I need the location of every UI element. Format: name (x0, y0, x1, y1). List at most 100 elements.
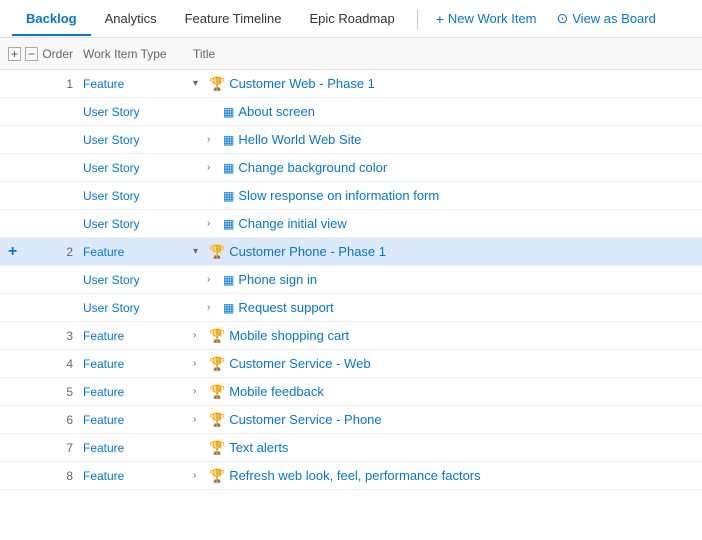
row-work-item-type: Feature (83, 77, 193, 91)
row-title-cell: ›▦Phone sign in (193, 272, 694, 287)
row-work-item-type: Feature (83, 357, 193, 371)
trophy-icon: 🏆 (209, 328, 225, 344)
work-item-title-link[interactable]: Customer Web - Phase 1 (229, 76, 375, 91)
expand-chevron-icon[interactable]: › (193, 358, 205, 369)
row-work-item-type: Feature (83, 441, 193, 455)
work-item-title-link[interactable]: Hello World Web Site (238, 132, 361, 147)
order-column-header: Order (38, 47, 83, 61)
row-order: 1 (38, 77, 83, 91)
table-body: 1Feature▾🏆Customer Web - Phase 1User Sto… (0, 70, 702, 490)
new-work-item-button[interactable]: + New Work Item (426, 7, 547, 31)
trophy-icon: 🏆 (209, 412, 225, 428)
work-item-title-link[interactable]: Customer Service - Web (229, 356, 370, 371)
row-order: 3 (38, 329, 83, 343)
expand-chevron-icon[interactable]: › (193, 414, 205, 425)
plus-icon: + (436, 11, 444, 27)
work-item-title-link[interactable]: Phone sign in (238, 272, 317, 287)
table-row: 5Feature›🏆Mobile feedback (0, 378, 702, 406)
work-item-title-link[interactable]: About screen (238, 104, 315, 119)
table-row: 1Feature▾ 🏆 Customer Web - Phase 1 (0, 70, 702, 98)
expand-chevron-icon[interactable]: › (207, 274, 219, 285)
row-title-cell: › 🏆 Refresh web look, feel, performance fa… (193, 468, 694, 484)
row-work-item-type: User Story (83, 133, 193, 147)
expand-chevron-icon[interactable]: › (193, 470, 205, 481)
table-row: 4Feature›🏆Customer Service - Web (0, 350, 702, 378)
row-title-cell: ›🏆Customer Service - Web (193, 356, 694, 372)
work-item-title-link[interactable]: Mobile shopping cart (229, 328, 349, 343)
story-icon: ▦ (223, 133, 234, 147)
expand-chevron-icon[interactable]: › (207, 218, 219, 229)
row-work-item-type: User Story (83, 189, 193, 203)
table-row: 8Feature›🏆Refresh web look, feel, perfor… (0, 462, 702, 490)
expand-chevron-icon[interactable]: › (193, 386, 205, 397)
new-work-item-label: New Work Item (448, 11, 537, 26)
expand-chevron-icon[interactable]: › (193, 330, 205, 341)
row-title-cell: › ▦ Hello World Web Site (193, 132, 694, 147)
story-icon: ▦ (223, 105, 234, 119)
row-work-item-type: Feature (83, 329, 193, 343)
work-item-title-link[interactable]: Customer Service - Phone (229, 412, 381, 427)
table-row: User Story › ▦ Request support (0, 294, 702, 322)
table-row: User Story › ▦ Hello World Web Site (0, 126, 702, 154)
work-item-title-link[interactable]: Request support (238, 300, 333, 315)
table-row: +2Feature▾🏆Customer Phone - Phase 1 (0, 238, 702, 266)
work-item-title-link[interactable]: Text alerts (229, 440, 288, 455)
row-title-cell: ›▦Change background color (193, 160, 694, 175)
work-item-title-link[interactable]: Refresh web look, feel, performance fact… (229, 468, 480, 483)
row-order: 4 (38, 357, 83, 371)
work-item-title-link[interactable]: Mobile feedback (229, 384, 324, 399)
nav-divider (417, 9, 418, 29)
tab-analytics[interactable]: Analytics (91, 3, 171, 36)
row-order: 7 (38, 441, 83, 455)
row-order: 2 (38, 245, 83, 259)
collapse-all-icon[interactable]: − (25, 47, 38, 61)
add-child-icon[interactable]: + (8, 243, 17, 261)
row-title-cell: 🏆 Text alerts (193, 440, 694, 456)
title-column-header: Title (193, 47, 694, 61)
view-board-label: View as Board (572, 11, 656, 26)
work-item-title-link[interactable]: Customer Phone - Phase 1 (229, 244, 386, 259)
expand-all-icon[interactable]: + (8, 47, 21, 61)
work-item-title-link[interactable]: Change initial view (238, 216, 346, 231)
story-icon: ▦ (223, 217, 234, 231)
work-item-title-link[interactable]: Change background color (238, 160, 387, 175)
expand-collapse-controls: + − (8, 47, 38, 61)
expand-chevron-icon[interactable]: › (207, 134, 219, 145)
row-work-item-type: Feature (83, 469, 193, 483)
table-row: User Story›▦Phone sign in (0, 266, 702, 294)
row-work-item-type: User Story (83, 217, 193, 231)
row-add-button[interactable]: + (8, 243, 38, 261)
table-row: User Story › ▦ Change initial view (0, 210, 702, 238)
table-row: 7Feature 🏆 Text alerts (0, 434, 702, 462)
trophy-icon: 🏆 (209, 76, 225, 92)
table-row: 6Feature› 🏆 Customer Service - Phone (0, 406, 702, 434)
view-as-board-button[interactable]: ⊙ View as Board (547, 6, 666, 31)
expand-chevron-icon[interactable]: ▾ (193, 78, 205, 89)
trophy-icon: 🏆 (209, 440, 225, 456)
expand-chevron-icon[interactable]: ▾ (193, 246, 205, 257)
row-title-cell: ▦Slow response on information form (193, 188, 694, 203)
tab-epic-roadmap[interactable]: Epic Roadmap (295, 3, 408, 36)
table-row: User Story▦Slow response on information … (0, 182, 702, 210)
row-title-cell: ›🏆Mobile feedback (193, 384, 694, 400)
row-title-cell: ▾ 🏆 Customer Web - Phase 1 (193, 76, 694, 92)
table-row: 3Feature› 🏆 Mobile shopping cart (0, 322, 702, 350)
trophy-icon: 🏆 (209, 244, 225, 260)
row-title-cell: ▾ 🏆 Customer Phone - Phase 1 (193, 244, 694, 260)
tab-backlog[interactable]: Backlog (12, 3, 91, 36)
trophy-icon: 🏆 (209, 468, 225, 484)
row-work-item-type: User Story (83, 161, 193, 175)
type-column-header: Work Item Type (83, 47, 193, 61)
row-order: 6 (38, 413, 83, 427)
row-title-cell: › ▦ Request support (193, 300, 694, 315)
story-icon: ▦ (223, 301, 234, 315)
work-item-title-link[interactable]: Slow response on information form (238, 188, 439, 203)
row-work-item-type: Feature (83, 413, 193, 427)
table-row: User Story▦About screen (0, 98, 702, 126)
expand-chevron-icon[interactable]: › (207, 162, 219, 173)
row-work-item-type: User Story (83, 273, 193, 287)
expand-chevron-icon[interactable]: › (207, 302, 219, 313)
top-nav: Backlog Analytics Feature Timeline Epic … (0, 0, 702, 38)
row-work-item-type: User Story (83, 301, 193, 315)
tab-feature-timeline[interactable]: Feature Timeline (171, 3, 296, 36)
